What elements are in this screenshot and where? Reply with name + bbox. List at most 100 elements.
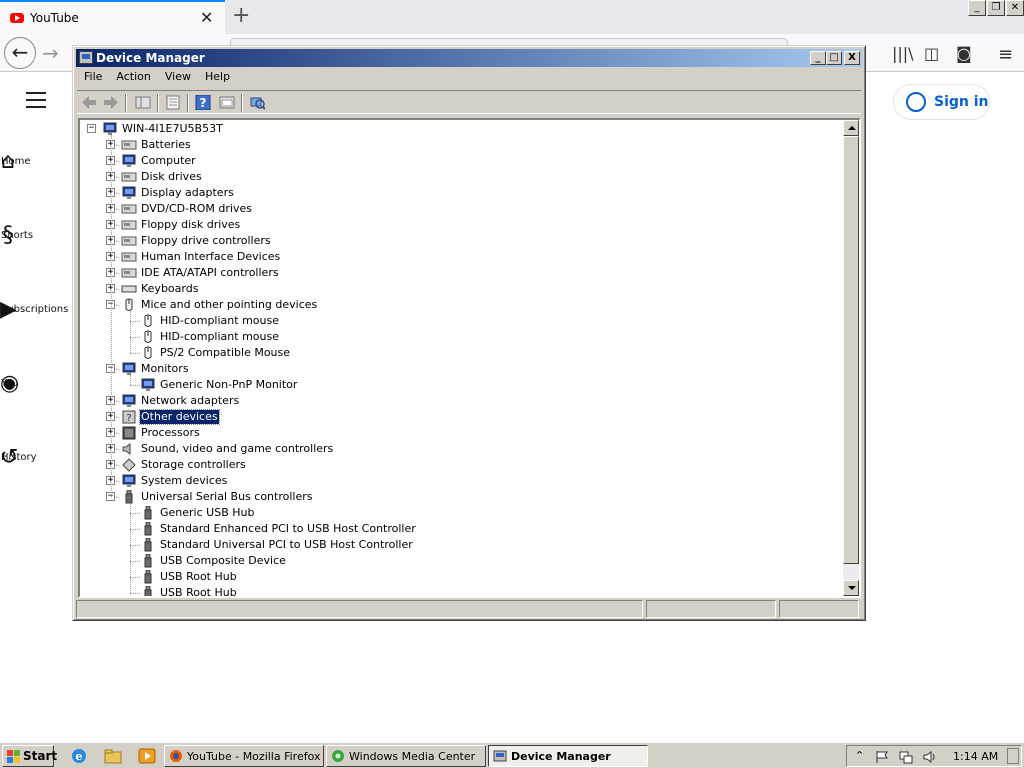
sign-in-button[interactable]: Sign in <box>893 84 990 120</box>
tree-category-node[interactable]: Batteries <box>80 137 820 153</box>
action-pane-icon[interactable] <box>219 95 235 110</box>
tab-youtube[interactable]: YouTube ✕ <box>0 0 225 34</box>
tree-category-node[interactable]: Floppy drive controllers <box>80 233 820 249</box>
tree-category-node[interactable]: System devices <box>80 473 820 489</box>
tree-category-node[interactable]: Display adapters <box>80 185 820 201</box>
usb-icon <box>144 570 152 584</box>
nav-label: You <box>1 378 19 389</box>
start-label: Start <box>23 749 58 763</box>
browser-window-controls: _ ❐ ✕ <box>968 0 1024 18</box>
tree-node-label: Floppy disk drives <box>141 218 241 231</box>
status-pane <box>76 600 643 618</box>
tree-device-node[interactable]: PS/2 Compatible Mouse <box>80 345 820 361</box>
nav-label: Home <box>1 156 31 167</box>
forward-button[interactable]: → <box>42 41 59 65</box>
hamburger-menu-icon[interactable] <box>26 92 46 108</box>
tree-device-node[interactable]: USB Composite Device <box>80 553 820 569</box>
user-avatar-icon <box>906 92 926 112</box>
browser-minimize-button[interactable]: _ <box>968 0 986 16</box>
tree-node-label: USB Composite Device <box>160 554 286 567</box>
app-menu-icon[interactable]: ≡ <box>998 44 1013 65</box>
tree-device-node[interactable]: Standard Universal PCI to USB Host Contr… <box>80 537 820 553</box>
tree-device-node[interactable]: USB Root Hub <box>80 585 820 596</box>
task-device-manager[interactable]: Device Manager <box>488 745 648 767</box>
nav-label: Subscriptions <box>1 304 69 315</box>
tree-category-node[interactable]: Sound, video and game controllers <box>80 441 820 457</box>
tree-node-label: Display adapters <box>141 186 234 199</box>
tree-category-node[interactable]: Human Interface Devices <box>80 249 820 265</box>
account-icon[interactable]: ◙ <box>956 44 972 63</box>
browser-restore-button[interactable]: ❐ <box>987 0 1005 16</box>
properties-icon[interactable] <box>165 95 181 110</box>
window-title: Device Manager <box>96 51 205 65</box>
tree-node-label: PS/2 Compatible Mouse <box>160 346 291 359</box>
network-icon[interactable] <box>899 750 913 764</box>
show-hide-console-tree-icon[interactable] <box>135 95 151 110</box>
menu-file[interactable]: File <box>77 69 109 87</box>
clock[interactable]: 1:14 AM <box>953 750 998 763</box>
tree-node-label: Batteries <box>141 138 191 151</box>
tab-close-icon[interactable]: ✕ <box>200 8 213 27</box>
batteries-icon <box>121 140 137 150</box>
scroll-up-button[interactable] <box>843 120 859 136</box>
usb-icon <box>144 538 152 552</box>
back-icon[interactable] <box>81 95 97 110</box>
tree-device-node[interactable]: HID-compliant mouse <box>80 329 820 345</box>
task-firefox[interactable]: YouTube - Mozilla Firefox <box>164 745 324 767</box>
forward-icon[interactable] <box>103 95 119 110</box>
menu-view[interactable]: View <box>158 69 198 87</box>
back-button[interactable]: ← <box>4 37 36 69</box>
tree-category-node[interactable]: Floppy disk drives <box>80 217 820 233</box>
sidebar-toggle-icon[interactable]: ◫ <box>924 44 939 63</box>
scroll-down-button[interactable] <box>843 580 859 596</box>
tree-category-node[interactable]: Disk drives <box>80 169 820 185</box>
tree-device-node[interactable]: Generic USB Hub <box>80 505 820 521</box>
start-button[interactable]: Start <box>2 745 58 767</box>
task-media-center[interactable]: Windows Media Center <box>326 745 486 767</box>
media-player-icon[interactable] <box>138 747 156 765</box>
tree-category-node[interactable]: ? Other devices <box>80 409 820 425</box>
browser-close-button[interactable]: ✕ <box>1006 0 1024 16</box>
tree-node-label: Storage controllers <box>141 458 246 471</box>
window-controls: _ □ X <box>810 51 860 65</box>
tree-category-node[interactable]: Processors <box>80 425 820 441</box>
maximize-button[interactable]: □ <box>826 51 842 65</box>
sound-icon <box>122 443 131 455</box>
tree-root-node[interactable]: WIN-4I1E7U5B53T <box>80 121 820 137</box>
svg-text:?: ? <box>126 413 131 424</box>
tree-device-node[interactable]: USB Root Hub <box>80 569 820 585</box>
internet-explorer-icon[interactable]: e <box>70 747 88 765</box>
scan-hardware-changes-icon[interactable] <box>249 95 265 110</box>
tree-category-node[interactable]: DVD/CD-ROM drives <box>80 201 820 217</box>
tree-category-node[interactable]: Mice and other pointing devices <box>80 297 820 313</box>
volume-icon[interactable] <box>923 750 937 764</box>
device-tree[interactable]: − WIN-4I1E7U5B53T + Batteries + Computer + Disk… <box>78 118 861 598</box>
action-center-flag-icon[interactable] <box>875 750 889 764</box>
scrollbar-thumb[interactable] <box>843 136 859 564</box>
tree-node-label: Disk drives <box>141 170 202 183</box>
show-desktop-button[interactable] <box>1007 748 1019 764</box>
tree-category-node[interactable]: Computer <box>80 153 820 169</box>
show-hidden-icons-icon[interactable]: ⌃ <box>855 749 864 762</box>
tree-node-label: Standard Enhanced PCI to USB Host Contro… <box>160 522 416 535</box>
tree-device-node[interactable]: Standard Enhanced PCI to USB Host Contro… <box>80 521 820 537</box>
help-icon[interactable]: ? <box>195 95 211 110</box>
tree-device-node[interactable]: Generic Non-PnP Monitor <box>80 377 820 393</box>
tree-category-node[interactable]: Storage controllers <box>80 457 820 473</box>
tree-category-node[interactable]: Universal Serial Bus controllers <box>80 489 820 505</box>
library-icon[interactable]: |||\ <box>892 44 914 63</box>
new-tab-button[interactable]: + <box>232 3 250 28</box>
explorer-folder-icon[interactable] <box>104 747 122 765</box>
tree-category-node[interactable]: Keyboards <box>80 281 820 297</box>
title-bar[interactable]: Device Manager _ □ X <box>76 49 862 67</box>
tree-device-node[interactable]: HID-compliant mouse <box>80 313 820 329</box>
minimize-button[interactable]: _ <box>810 51 826 65</box>
menu-action[interactable]: Action <box>109 69 157 87</box>
vertical-scrollbar[interactable] <box>843 120 859 596</box>
tree-category-node[interactable]: Monitors <box>80 361 820 377</box>
monitor-icon <box>141 378 155 391</box>
tree-category-node[interactable]: IDE ATA/ATAPI controllers <box>80 265 820 281</box>
close-button[interactable]: X <box>844 51 860 65</box>
menu-help[interactable]: Help <box>198 69 237 87</box>
tree-category-node[interactable]: Network adapters <box>80 393 820 409</box>
